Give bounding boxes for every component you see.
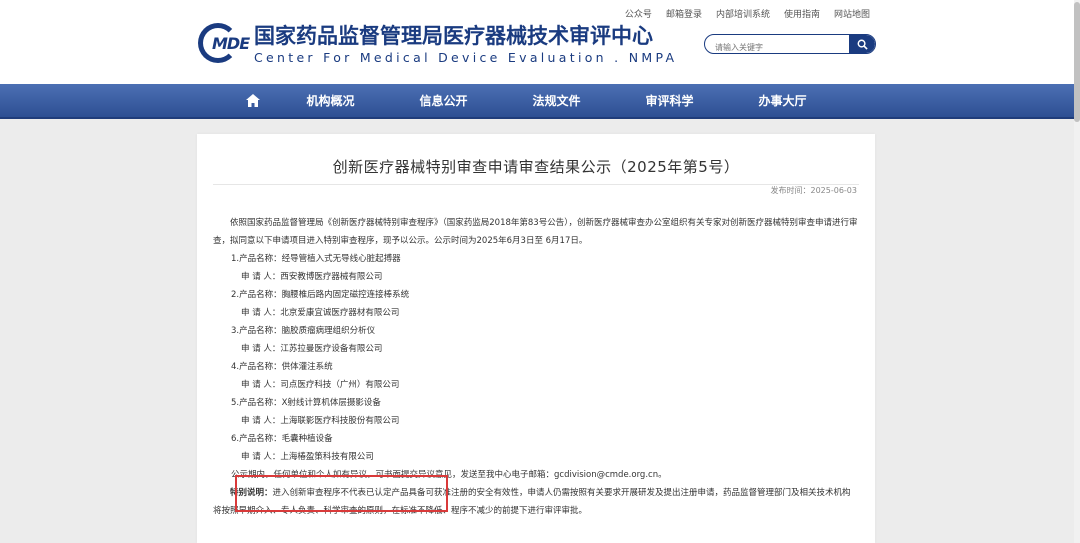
item-applicant: 申 请 人：江苏拉曼医疗设备有限公司 <box>241 344 383 354</box>
nav-service-hall[interactable]: 办事大厅 <box>726 92 839 109</box>
top-link-user-guide[interactable]: 使用指南 <box>784 7 820 20</box>
scrollbar-thumb[interactable] <box>1074 2 1080 122</box>
article-body: 依照国家药品监督管理局《创新医疗器械特别审查程序》（国家药监局2018年第83号… <box>213 214 859 520</box>
item-product: 4.产品名称：供体灌注系统 <box>231 362 333 372</box>
logo-mark: MDE <box>198 21 250 65</box>
item-applicant: 申 请 人：西安教博医疗器械有限公司 <box>241 272 383 282</box>
highlight-box <box>235 475 448 512</box>
item-applicant: 申 请 人：司点医疗科技（广州）有限公司 <box>241 380 400 390</box>
main-nav: 机构概况 信息公开 法规文件 审评科学 办事大厅 <box>0 84 1074 119</box>
logo-abbr: MDE <box>212 33 250 53</box>
nav-home[interactable] <box>232 94 274 107</box>
scrollbar[interactable] <box>1074 0 1080 543</box>
search-button[interactable] <box>849 35 875 53</box>
top-link-training-system[interactable]: 内部培训系统 <box>716 7 770 20</box>
nav-information-disclosure[interactable]: 信息公开 <box>387 92 500 109</box>
intro-paragraph: 依照国家药品监督管理局《创新医疗器械特别审查程序》（国家药监局2018年第83号… <box>213 218 858 246</box>
item-applicant: 申 请 人：北京爱康宜诚医疗器材有限公司 <box>241 308 400 318</box>
logo-english-name: Center For Medical Device Evaluation . N… <box>254 50 678 65</box>
top-link-wechat[interactable]: 公众号 <box>625 7 652 20</box>
title-divider <box>213 184 859 185</box>
top-link-sitemap[interactable]: 网站地图 <box>834 7 870 20</box>
search-icon <box>857 39 868 50</box>
item-product: 6.产品名称：毛囊种植设备 <box>231 434 333 444</box>
item-applicant: 申 请 人：上海联影医疗科技股份有限公司 <box>241 416 400 426</box>
search-box <box>704 34 876 54</box>
nav-regulations[interactable]: 法规文件 <box>500 92 613 109</box>
search-input[interactable] <box>705 38 845 53</box>
item-product: 1.产品名称：经导管植入式无导线心脏起搏器 <box>231 254 401 264</box>
nav-review-science[interactable]: 审评科学 <box>613 92 726 109</box>
top-links: 公众号 邮箱登录 内部培训系统 使用指南 网站地图 <box>625 7 870 20</box>
article-card: 创新医疗器械特别审查申请审查结果公示（2025年第5号） 发布时间：2025-0… <box>197 134 875 543</box>
home-icon <box>246 94 260 107</box>
item-product: 3.产品名称：脑胶质瘤病理组织分析仪 <box>231 326 376 336</box>
article-title: 创新医疗器械特别审查申请审查结果公示（2025年第5号） <box>332 158 740 176</box>
site-header: 公众号 邮箱登录 内部培训系统 使用指南 网站地图 MDE 国家药品监督管理局医… <box>0 0 1080 84</box>
nav-organization[interactable]: 机构概况 <box>274 92 387 109</box>
logo-chinese-name: 国家药品监督管理局医疗器械技术审评中心 <box>254 23 653 48</box>
site-logo[interactable]: MDE 国家药品监督管理局医疗器械技术审评中心 Center For Medic… <box>198 20 677 65</box>
item-product: 5.产品名称：X射线计算机体层摄影设备 <box>231 398 381 408</box>
item-product: 2.产品名称：胸腰椎后路内固定磁控连接棒系统 <box>231 290 410 300</box>
publish-date: 发布时间：2025-06-03 <box>770 186 858 195</box>
item-applicant: 申 请 人：上海椿盈策科技有限公司 <box>241 452 374 462</box>
top-link-mail-login[interactable]: 邮箱登录 <box>666 7 702 20</box>
